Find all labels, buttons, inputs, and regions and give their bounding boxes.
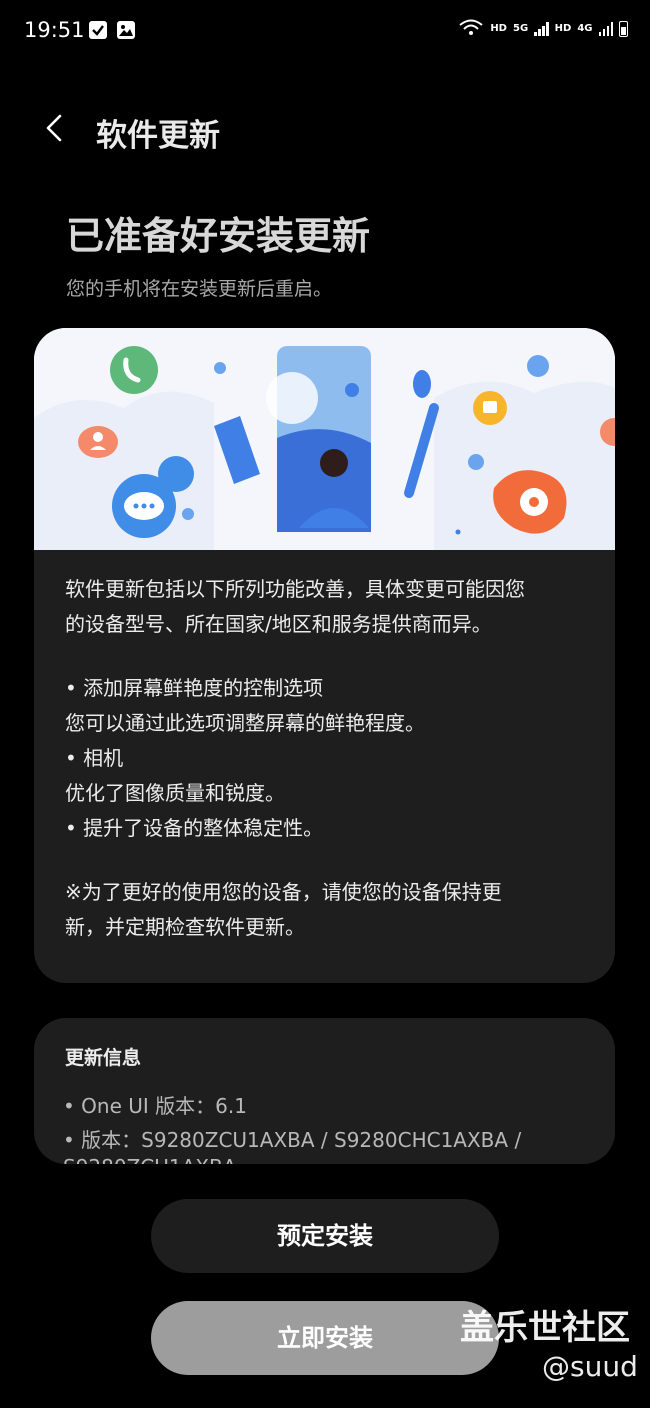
feature-item: • 提升了设备的整体稳定性。 bbox=[65, 816, 324, 840]
feature-detail: 优化了图像质量和锐度。 bbox=[65, 781, 285, 805]
feature-item: • 添加屏幕鲜艳度的控制选项 bbox=[65, 676, 324, 700]
update-info-title: 更新信息 bbox=[65, 1047, 142, 1069]
status-time: 19:51 bbox=[24, 18, 85, 42]
update-info-card[interactable]: 更新信息 • One UI 版本：6.1 • 版本：S9280ZCU1AXBA … bbox=[34, 1018, 615, 1164]
install-now-button[interactable]: 立即安装 bbox=[151, 1301, 499, 1375]
release-notes-card[interactable]: 软件更新包括以下所列功能改善，具体变更可能因您 的设备型号、所在国家/地区和服务… bbox=[34, 328, 615, 983]
gallery-notification-icon bbox=[117, 21, 135, 39]
build-number: • 版本：S9280ZCU1AXBA / S9280CHC1AXBA / bbox=[63, 1128, 522, 1152]
signal-icon-2 bbox=[598, 21, 613, 36]
schedule-install-button[interactable]: 预定安装 bbox=[151, 1199, 499, 1273]
intro-line: 的设备型号、所在国家/地区和服务提供商而异。 bbox=[65, 612, 492, 636]
feature-detail: 您可以通过此选项调整屏幕的鲜艳程度。 bbox=[65, 711, 425, 735]
signal-icon bbox=[534, 21, 549, 36]
network-5g-label: 5G bbox=[512, 23, 529, 34]
status-bar: 19:51 HD 5G HD 4G bbox=[0, 0, 650, 62]
app-bar: 软件更新 bbox=[0, 100, 650, 160]
network-4g-label: 4G bbox=[577, 23, 593, 34]
battery-icon bbox=[619, 20, 628, 37]
watermark-title: 盖乐世社区 bbox=[460, 1308, 630, 1348]
hero-illustration bbox=[34, 328, 615, 550]
checkbox-notification-icon bbox=[89, 21, 107, 39]
page-title: 软件更新 bbox=[96, 118, 220, 154]
restart-notice: 您的手机将在安装更新后重启。 bbox=[66, 278, 333, 300]
intro-line: 软件更新包括以下所列功能改善，具体变更可能因您 bbox=[65, 577, 525, 601]
footer-note: ※为了更好的使用您的设备，请使您的设备保持更 bbox=[65, 880, 502, 904]
footer-note: 新，并定期检查软件更新。 bbox=[65, 915, 305, 939]
wifi-icon bbox=[458, 18, 484, 39]
status-icons: HD 5G HD 4G bbox=[458, 18, 628, 39]
build-number-cont: S9280ZCU1AXBA bbox=[63, 1155, 236, 1164]
release-notes-text: 软件更新包括以下所列功能改善，具体变更可能因您 的设备型号、所在国家/地区和服务… bbox=[65, 572, 595, 945]
hd-label-2: HD bbox=[554, 23, 572, 34]
back-button[interactable] bbox=[36, 108, 76, 148]
update-headline: 已准备好安装更新 bbox=[66, 214, 371, 258]
hd-label: HD bbox=[490, 23, 507, 34]
chevron-left-icon bbox=[46, 114, 62, 142]
one-ui-version: • One UI 版本：6.1 bbox=[63, 1094, 247, 1118]
feature-item: • 相机 bbox=[65, 746, 124, 770]
watermark-handle: @suud bbox=[542, 1350, 638, 1383]
